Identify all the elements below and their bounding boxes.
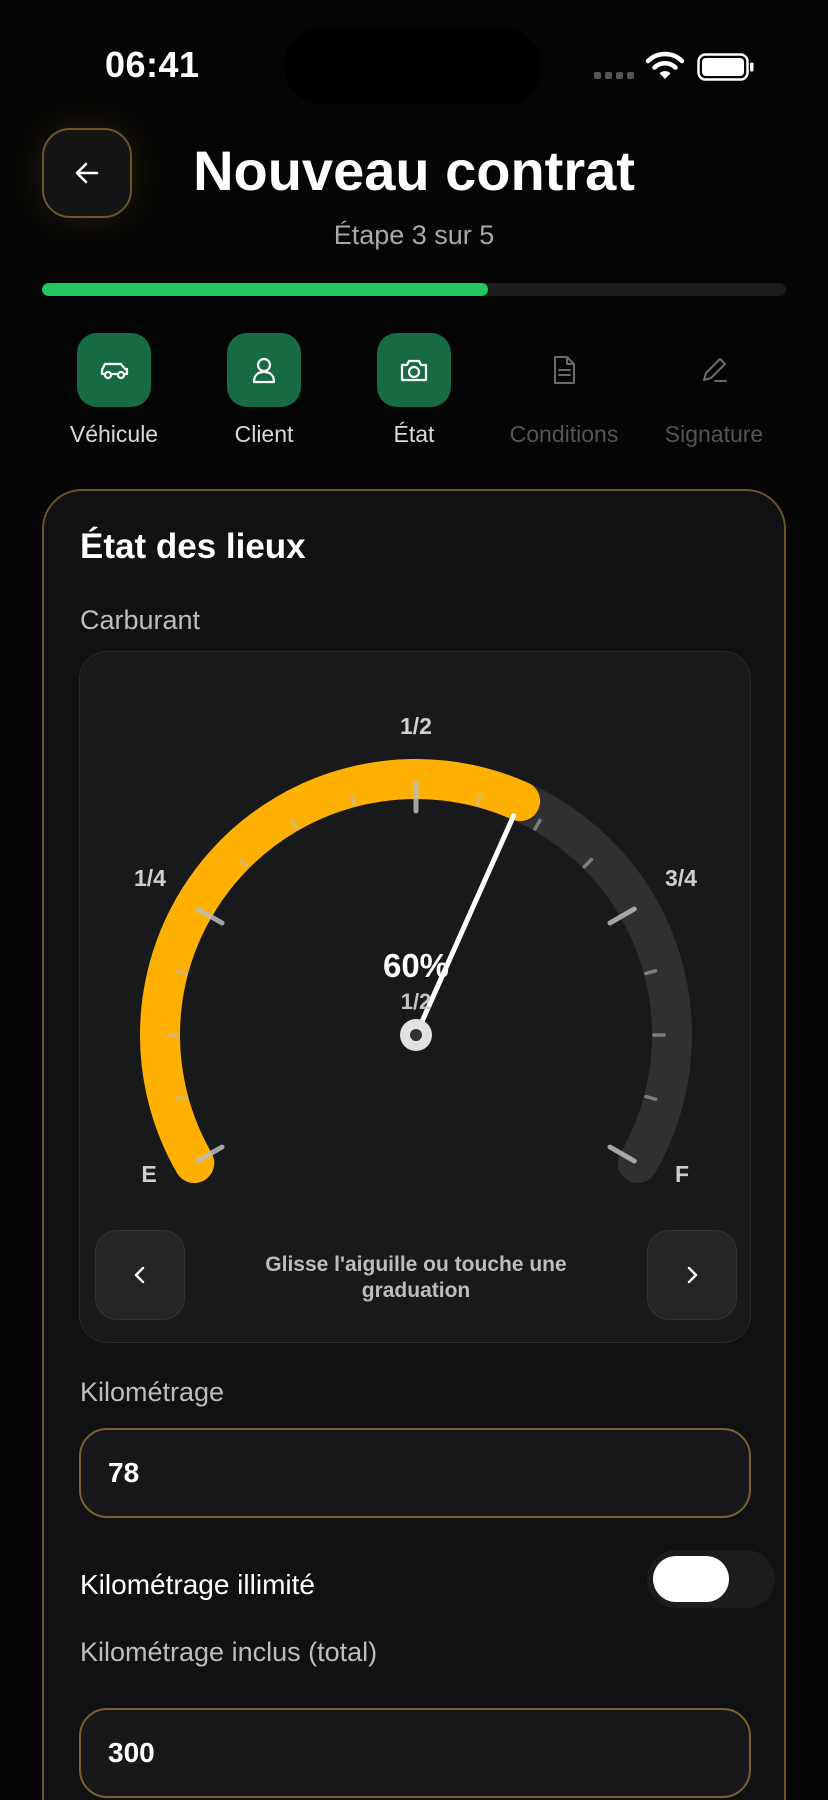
progress-fill bbox=[42, 283, 489, 296]
gauge-mark-full[interactable]: F bbox=[675, 1161, 689, 1187]
unlimited-mileage-label: Kilométrage illimité bbox=[80, 1569, 315, 1600]
document-icon bbox=[527, 333, 601, 407]
gauge-hub-dot bbox=[410, 1029, 422, 1041]
battery-icon bbox=[697, 53, 754, 81]
chevron-right-icon bbox=[687, 1266, 698, 1284]
mileage-input[interactable]: 78 bbox=[79, 1428, 751, 1518]
inspection-card: État des lieux Carburant E 1/4 1/2 3/4 F… bbox=[42, 489, 786, 1800]
fuel-increase-button[interactable] bbox=[647, 1230, 737, 1320]
camera-icon bbox=[377, 333, 451, 407]
fuel-gauge[interactable]: E 1/4 1/2 3/4 F bbox=[80, 652, 752, 1212]
wifi-icon bbox=[645, 51, 685, 79]
fuel-label: Carburant bbox=[80, 605, 201, 635]
page-title: Nouveau contrat bbox=[193, 139, 635, 202]
toggle-knob bbox=[653, 1556, 729, 1602]
gauge-tick[interactable] bbox=[475, 793, 482, 807]
car-icon bbox=[77, 333, 151, 407]
step-indicator: Véhicule Client État Conditions Signatur… bbox=[40, 333, 788, 453]
gauge-mark-quarter[interactable]: 1/4 bbox=[134, 865, 166, 891]
step-label: État bbox=[393, 421, 435, 447]
fuel-gauge-panel: E 1/4 1/2 3/4 F 60% 1/2 Glisse l'aiguill… bbox=[79, 651, 751, 1343]
pen-icon bbox=[677, 333, 751, 407]
gauge-mark-half[interactable]: 1/2 bbox=[400, 713, 432, 739]
step-client[interactable]: Client bbox=[190, 333, 338, 453]
chevron-left-icon bbox=[134, 1266, 145, 1284]
card-title: État des lieux bbox=[80, 527, 306, 566]
fuel-percent: 60% bbox=[382, 947, 450, 984]
step-label: Véhicule bbox=[69, 421, 159, 447]
step-label: Signature bbox=[664, 421, 764, 447]
cellular-signal-icon bbox=[594, 72, 634, 80]
status-time: 06:41 bbox=[105, 44, 200, 85]
gauge-mark-empty[interactable]: E bbox=[141, 1161, 156, 1187]
included-mileage-input[interactable]: 300 bbox=[79, 1708, 751, 1798]
included-mileage-label: Kilométrage inclus (total) bbox=[80, 1637, 378, 1667]
gauge-mark-three-quarter[interactable]: 3/4 bbox=[665, 865, 697, 891]
step-label: Client bbox=[234, 421, 294, 447]
step-signature[interactable]: Signature bbox=[640, 333, 788, 453]
progress-bar bbox=[42, 283, 786, 296]
step-counter: Étape 3 sur 5 bbox=[333, 220, 495, 250]
gauge-tick[interactable] bbox=[350, 793, 357, 807]
unlimited-mileage-toggle[interactable] bbox=[647, 1550, 775, 1608]
step-vehicule[interactable]: Véhicule bbox=[40, 333, 188, 453]
gauge-hint: Glisse l'aiguille ou touche une graduati… bbox=[265, 1253, 567, 1302]
dynamic-island bbox=[284, 28, 542, 104]
step-etat[interactable]: État bbox=[340, 333, 488, 453]
step-conditions[interactable]: Conditions bbox=[490, 333, 638, 453]
fuel-level-label: 1/2 bbox=[400, 989, 432, 1014]
fuel-decrease-button[interactable] bbox=[95, 1230, 185, 1320]
step-label: Conditions bbox=[509, 421, 619, 447]
user-icon bbox=[227, 333, 301, 407]
mileage-label: Kilométrage bbox=[80, 1377, 225, 1407]
